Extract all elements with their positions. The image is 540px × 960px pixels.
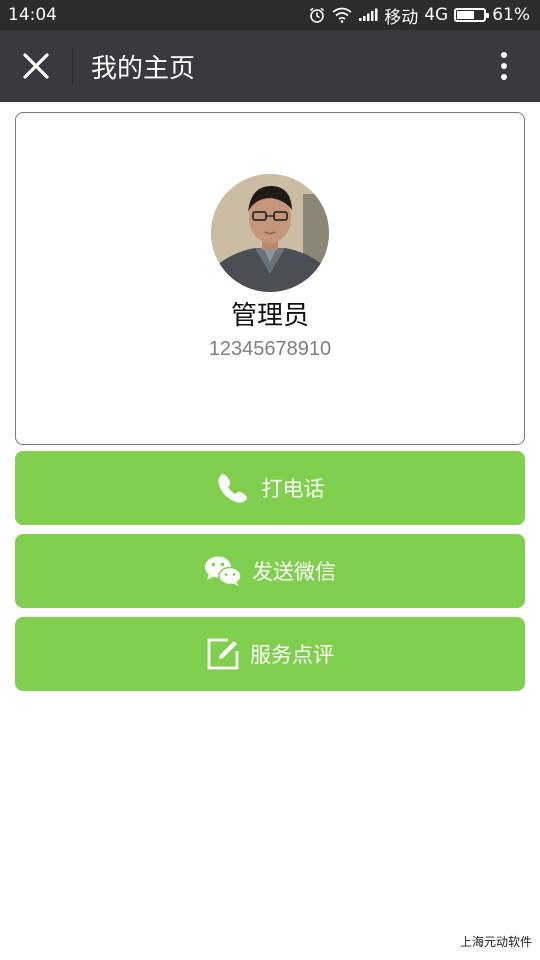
more-button[interactable]	[468, 30, 540, 102]
send-wechat-button-label: 发送微信	[252, 560, 336, 584]
close-button[interactable]	[0, 30, 72, 102]
call-button-label: 打电话	[261, 477, 325, 501]
phone-icon	[216, 470, 252, 506]
more-vertical-icon	[501, 52, 507, 80]
edit-icon	[206, 637, 240, 671]
network-label: 4G	[424, 5, 449, 25]
signal-icon	[358, 8, 378, 22]
service-review-button[interactable]: 服务点评	[15, 617, 525, 691]
battery-level	[457, 11, 475, 19]
close-icon	[23, 53, 49, 79]
profile-phone: 12345678910	[208, 338, 332, 360]
profile-card: 管理员 12345678910	[15, 112, 525, 445]
status-time: 14:04	[8, 5, 57, 25]
battery-icon	[454, 8, 490, 22]
title-divider	[72, 48, 73, 84]
footer-credit: 上海元动软件	[459, 935, 532, 949]
avatar[interactable]	[211, 174, 329, 292]
wechat-icon	[204, 555, 242, 587]
status-indicators: 移动 4G 61%	[308, 3, 530, 28]
title-bar: 我的主页	[0, 30, 540, 102]
call-button[interactable]: 打电话	[15, 451, 525, 525]
page-title: 我的主页	[91, 53, 196, 84]
battery-percent: 61%	[492, 5, 530, 25]
profile-name: 管理员	[230, 301, 309, 331]
alarm-icon	[308, 6, 326, 24]
carrier-label: 移动	[384, 7, 419, 28]
send-wechat-button[interactable]: 发送微信	[15, 534, 525, 608]
status-bar: 14:04 移动 4G 61%	[0, 0, 540, 30]
service-review-button-label: 服务点评	[250, 643, 334, 667]
avatar-portrait	[211, 174, 329, 292]
wifi-icon	[332, 7, 352, 23]
